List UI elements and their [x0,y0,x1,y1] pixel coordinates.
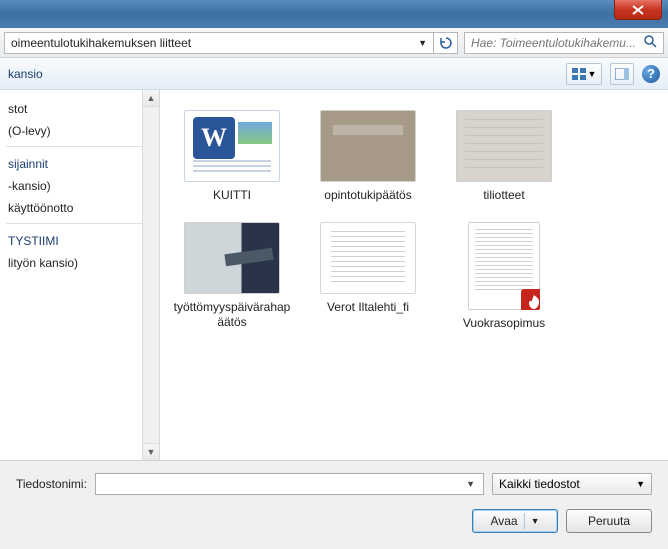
file-item[interactable]: Vuokrasopimus [440,218,568,334]
chevron-down-icon: ▼ [588,69,597,79]
filename-field[interactable]: ▼ [95,473,484,495]
navigation-sidebar: stot(O-levy) sijainnit-kansio)käyttöönott… [0,90,160,460]
sidebar-separator [6,146,153,147]
breadcrumb-dropdown-icon[interactable]: ▼ [418,38,427,48]
file-item[interactable]: Verot Iltalehti_fi [304,218,432,334]
sidebar-item[interactable]: lityön kansio) [0,252,159,274]
toolbar: kansio ▼ ? [0,58,668,90]
help-button[interactable]: ? [642,65,660,83]
scroll-down-icon[interactable]: ▼ [143,443,159,460]
filename-input[interactable] [100,477,462,491]
help-icon: ? [647,66,655,81]
file-item[interactable]: tiliotteet [440,106,568,206]
breadcrumb[interactable]: oimeentulotukihakemuksen liitteet ▼ [4,32,434,54]
cancel-button-label: Peruuta [588,514,630,528]
file-item[interactable]: opintotukipäätös [304,106,432,206]
search-box[interactable] [464,32,664,54]
word-document-icon: W [184,110,280,182]
file-label: Verot Iltalehti_fi [327,300,409,314]
view-mode-button[interactable]: ▼ [566,63,602,85]
file-label: Vuokrasopimus [463,316,545,330]
address-bar: oimeentulotukihakemuksen liitteet ▼ [0,28,668,58]
file-list-area[interactable]: W KUITTI opintotukipäätös tiliotteet työttöm… [160,90,668,460]
sidebar-item[interactable]: stot [0,98,159,120]
sidebar-item[interactable]: sijainnit [0,153,159,175]
sidebar-separator [6,223,153,224]
image-thumbnail-icon [184,222,280,294]
file-label: KUITTI [213,188,251,202]
close-icon [632,5,644,15]
preview-pane-button[interactable] [610,63,634,85]
new-folder-button[interactable]: kansio [8,67,43,81]
sidebar-item[interactable]: käyttöönotto [0,197,159,219]
open-button[interactable]: Avaa ▼ [472,509,558,533]
open-button-label: Avaa [490,514,517,528]
sidebar-item[interactable]: TYSTIIMI [0,230,159,252]
search-icon[interactable] [643,34,657,51]
open-split-dropdown-icon[interactable]: ▼ [531,516,540,526]
search-input[interactable] [471,36,639,50]
file-type-filter[interactable]: Kaikki tiedostot ▼ [492,473,652,495]
close-button[interactable] [614,0,662,20]
file-type-filter-label: Kaikki tiedostot [499,477,580,491]
file-item[interactable]: työttömyyspäivärahapäätös [168,218,296,334]
file-label: opintotukipäätös [324,188,411,202]
sidebar-item[interactable]: -kansio) [0,175,159,197]
file-item[interactable]: W KUITTI [168,106,296,206]
filename-label: Tiedostonimi: [16,477,87,491]
thumbnails-icon [572,68,586,80]
pdf-document-icon [468,222,540,310]
sidebar-scrollbar[interactable]: ▲ ▼ [142,90,159,460]
window-titlebar [0,0,668,28]
sidebar-item[interactable]: (O-levy) [0,120,159,142]
main-area: stot(O-levy) sijainnit-kansio)käyttöönott… [0,90,668,460]
preview-pane-icon [615,68,629,80]
file-label: työttömyyspäivärahapäätös [172,300,292,329]
file-label: tiliotteet [483,188,524,202]
image-thumbnail-icon [456,110,552,182]
image-thumbnail-icon [320,110,416,182]
breadcrumb-text: oimeentulotukihakemuksen liitteet [11,36,191,50]
dialog-footer: Tiedostonimi: ▼ Kaikki tiedostot ▼ Avaa … [0,460,668,549]
cancel-button[interactable]: Peruuta [566,509,652,533]
refresh-icon [439,36,453,50]
chevron-down-icon: ▼ [636,479,645,489]
text-document-icon [320,222,416,294]
refresh-button[interactable] [434,32,458,54]
scroll-up-icon[interactable]: ▲ [143,90,159,107]
filename-dropdown-icon[interactable]: ▼ [462,479,479,489]
